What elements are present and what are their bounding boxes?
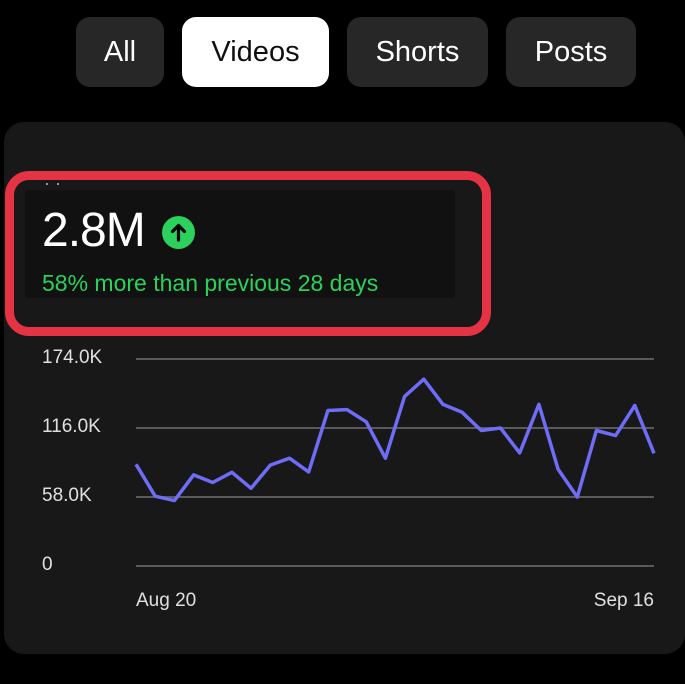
views-line-chart	[134, 358, 656, 567]
x-tick-label-start: Aug 20	[136, 590, 197, 611]
views-series-line	[134, 377, 656, 503]
x-tick-label-end: Sep 16	[593, 590, 654, 611]
